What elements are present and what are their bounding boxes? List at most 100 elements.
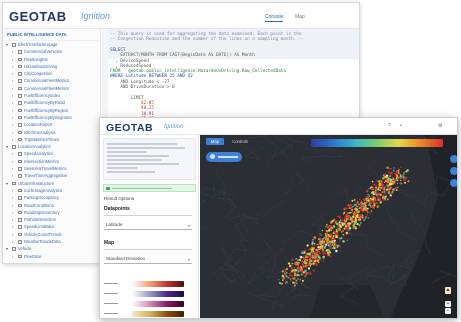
expand-chevron-icon[interactable]: ▾: [6, 245, 8, 252]
heat-point: [309, 258, 312, 261]
expand-chevron-icon[interactable]: ›: [12, 209, 13, 216]
heat-point: [372, 187, 375, 189]
sidebar-tree-item[interactable]: › RoadConditions: [3, 202, 100, 209]
heat-point: [297, 274, 300, 276]
zoom-out-button[interactable]: −: [445, 308, 451, 314]
datapoint-field-select[interactable]: Latitude ▾: [104, 221, 192, 230]
expand-chevron-icon[interactable]: ›: [12, 172, 13, 179]
expand-chevron-icon[interactable]: ›: [12, 187, 13, 194]
expand-chevron-icon[interactable]: ▾: [6, 143, 8, 150]
help-icon[interactable]: ?: [388, 123, 391, 129]
query-preview[interactable]: [103, 138, 196, 180]
expand-chevron-icon[interactable]: ›: [12, 129, 13, 136]
sidebar-tree-item[interactable]: › SeasonalTravelMetrics: [3, 165, 100, 172]
zoom-in-button[interactable]: +: [445, 301, 451, 307]
heat-point: [337, 215, 340, 218]
sidebar-tree-item[interactable]: › FuelEfficiencyIndex: [3, 92, 100, 99]
expand-chevron-icon[interactable]: ›: [12, 136, 13, 143]
expand-chevron-icon[interactable]: ›: [12, 107, 13, 114]
sidebar-tree-item[interactable]: › VehicleCountTrends: [3, 231, 100, 238]
sidebar-tree-item[interactable]: › HazardousDriving: [3, 63, 100, 70]
expand-chevron-icon[interactable]: ›: [12, 114, 13, 121]
sidebar-tree-item[interactable]: ▾ LocationAnalytics: [3, 143, 100, 150]
heat-point: [283, 277, 285, 279]
tab-map-view[interactable]: Map: [206, 138, 224, 145]
expand-chevron-icon[interactable]: ›: [12, 158, 13, 165]
expand-chevron-icon[interactable]: ›: [12, 216, 13, 223]
expand-chevron-icon[interactable]: ▾: [6, 41, 8, 48]
sidebar-tree-item[interactable]: › FuelEfficiencyByRoad: [3, 99, 100, 106]
sidebar-tree-item[interactable]: › FleetSize: [3, 253, 100, 260]
heat-point: [399, 179, 402, 182]
sidebar-tree-item[interactable]: › FleetInsights: [3, 56, 100, 63]
console-header: GEOTAB Ignition Console Map: [3, 3, 359, 29]
heat-point: [313, 242, 316, 245]
heat-point: [367, 204, 370, 207]
expand-chevron-icon[interactable]: ›: [12, 150, 13, 157]
sidebar-tree-item[interactable]: › SpeedLimitData: [3, 223, 100, 230]
sidebar-tree-item[interactable]: › CommercialFleetMetrics: [3, 85, 100, 92]
fullscreen-button[interactable]: [450, 179, 457, 187]
expand-chevron-icon[interactable]: ›: [12, 121, 13, 128]
expand-chevron-icon[interactable]: ▾: [6, 180, 8, 187]
map-action-button[interactable]: [206, 152, 242, 162]
expand-chevron-icon[interactable]: ›: [12, 194, 13, 201]
sidebar-tree-item[interactable]: › TripStatisticsTimes: [3, 136, 100, 143]
tab-console[interactable]: Console: [265, 14, 284, 22]
expand-chevron-icon[interactable]: ›: [12, 223, 13, 230]
sidebar-tree-item[interactable]: › CommercialVehicles: [3, 48, 100, 55]
sidebar-tree-item[interactable]: › CurbUsageAnalytics: [3, 187, 100, 194]
tab-map-controls[interactable]: Controls: [228, 138, 252, 145]
expand-chevron-icon[interactable]: ›: [12, 253, 13, 260]
sidebar-tree-item[interactable]: › FuelEfficiencyBySegment: [3, 114, 100, 121]
expand-chevron-icon[interactable]: ›: [12, 85, 13, 92]
heat-point: [303, 261, 306, 264]
sidebar-tree-item[interactable]: › CommercialFleetMetrics: [3, 77, 100, 84]
locate-button[interactable]: [450, 167, 457, 175]
heat-point: [285, 267, 288, 270]
heat-point: [308, 259, 311, 262]
tab-map[interactable]: Map: [295, 14, 305, 20]
heat-point: [357, 211, 360, 214]
sidebar-tree-item[interactable]: › PotholeDetection: [3, 216, 100, 223]
sidebar-item-label: Vehicle: [18, 246, 32, 252]
table-icon: [18, 240, 22, 244]
expand-chevron-icon[interactable]: ›: [12, 238, 13, 245]
sidebar-tree-item[interactable]: › CityCongestion: [3, 70, 100, 77]
expand-chevron-icon[interactable]: ›: [12, 99, 13, 106]
expand-chevron-icon[interactable]: ›: [12, 77, 13, 84]
heat-point: [308, 248, 311, 251]
pegman-icon[interactable]: ▲: [445, 287, 451, 294]
heat-point: [305, 255, 308, 259]
settings-icon[interactable]: ⚙: [438, 123, 442, 129]
sidebar-tree-item[interactable]: › LocationReport: [3, 121, 100, 128]
heat-point: [329, 247, 332, 250]
sidebar-tree-item[interactable]: › IdleTimeAnalysis: [3, 129, 100, 136]
expand-chevron-icon[interactable]: ›: [12, 202, 13, 209]
sidebar-tree-item[interactable]: ▾ Vehicle: [3, 245, 100, 252]
sidebar-tree-item[interactable]: › TravelTimeAggregation: [3, 172, 100, 179]
heat-point: [371, 190, 375, 194]
layers-button[interactable]: [450, 155, 457, 163]
map-canvas[interactable]: [200, 135, 457, 318]
sidebar-tree-item[interactable]: ▾ UrbanInfrastructure: [3, 180, 100, 187]
expand-chevron-icon[interactable]: ›: [12, 63, 13, 70]
map-style-select[interactable]: Standard Deviation ▾: [104, 255, 192, 264]
sidebar-tree-item[interactable]: › IntersectionMetrics: [3, 158, 100, 165]
datapoint-field-value: Latitude: [106, 222, 123, 227]
expand-chevron-icon[interactable]: ›: [12, 165, 13, 172]
heat-point: [337, 244, 340, 247]
expand-chevron-icon[interactable]: ›: [12, 92, 13, 99]
notification-icon[interactable]: •: [400, 123, 402, 129]
sidebar-tree-item[interactable]: › RoadSignInventory: [3, 209, 100, 216]
expand-chevron-icon[interactable]: ›: [12, 70, 13, 77]
sidebar-tree-item[interactable]: › FuelEfficiencyByRegion: [3, 107, 100, 114]
expand-chevron-icon[interactable]: ›: [12, 48, 13, 55]
sidebar-tree-item[interactable]: ▾ ElectricVehicleUsage: [3, 41, 100, 48]
expand-chevron-icon[interactable]: ›: [12, 56, 13, 63]
sidebar-tree-item[interactable]: › SpeedAnalytics: [3, 150, 100, 157]
expand-chevron-icon[interactable]: ›: [12, 231, 13, 238]
sidebar-tree-item[interactable]: › ParkingOccupancy: [3, 194, 100, 201]
sidebar-tree-item[interactable]: › WeatherRoadsData: [3, 238, 100, 245]
heatmap-view[interactable]: Map Controls ▲ + −: [200, 135, 457, 318]
